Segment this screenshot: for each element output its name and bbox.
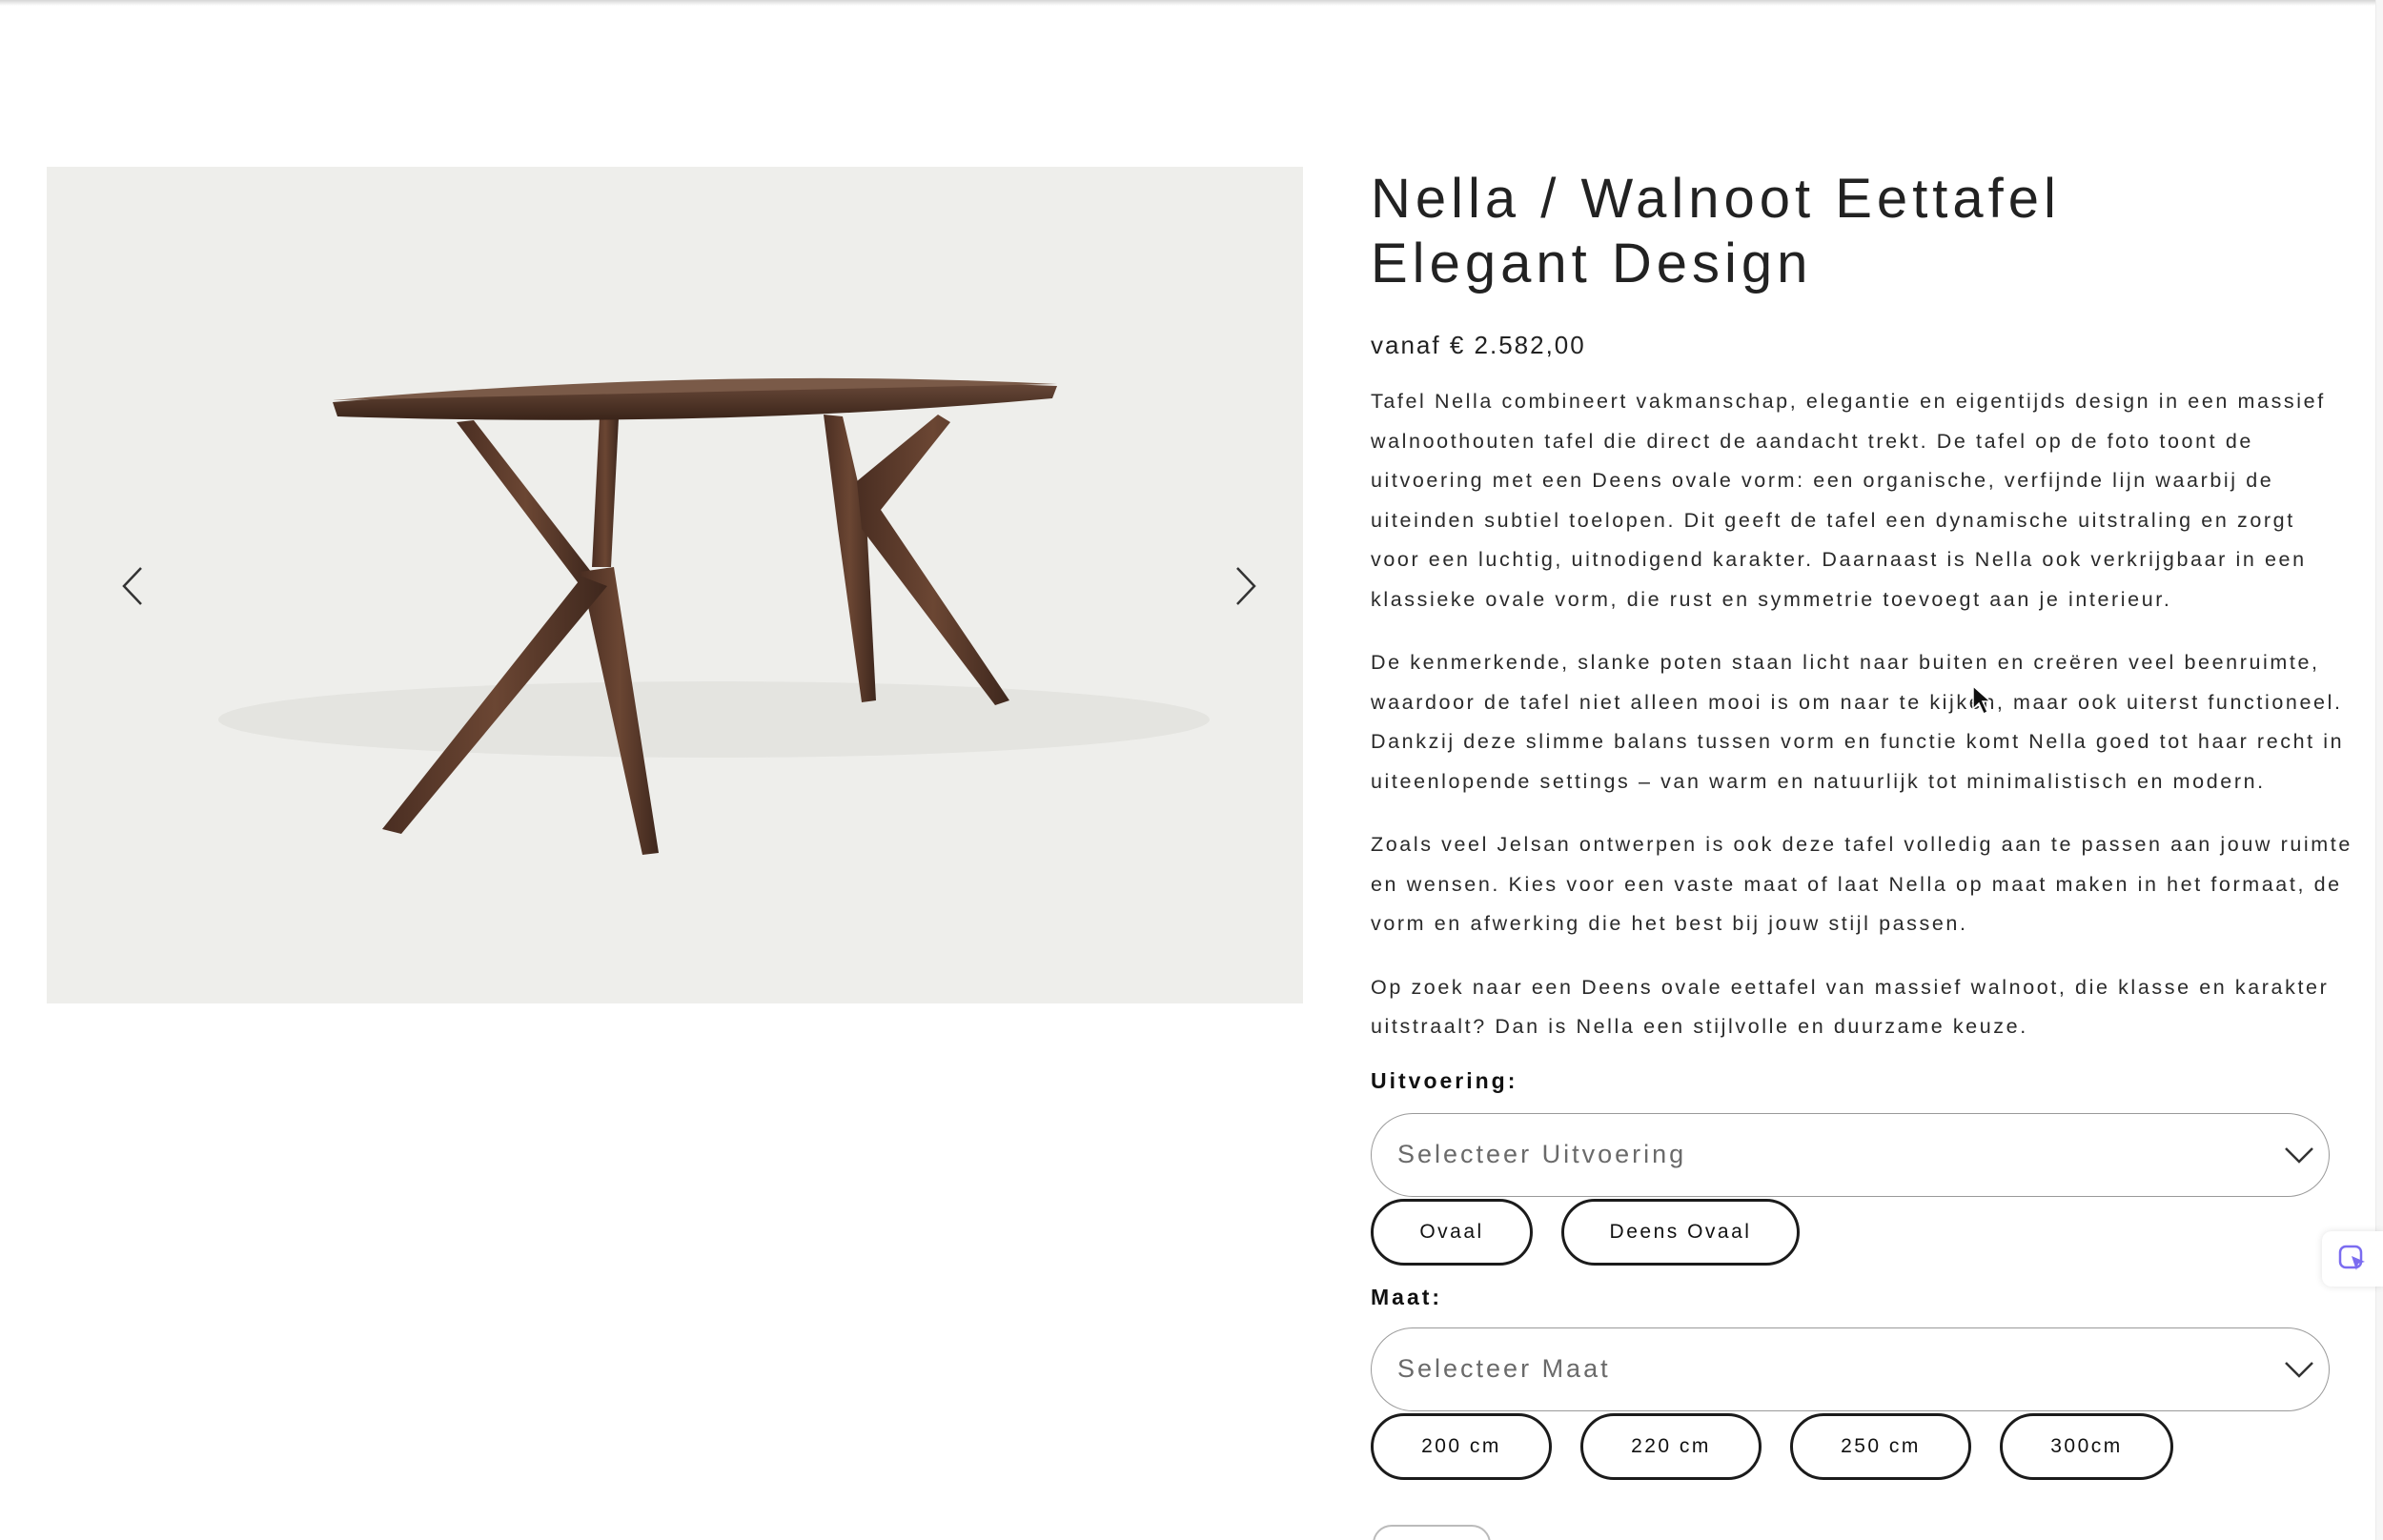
pointer-hand-icon <box>2338 1245 2365 1270</box>
gallery-next-button[interactable] <box>1217 557 1274 615</box>
product-price: vanaf € 2.582,00 <box>1371 331 1586 359</box>
option-250cm[interactable]: 250 cm <box>1790 1412 1971 1480</box>
next-option-pill[interactable] <box>1373 1525 1491 1540</box>
uitvoering-options: Ovaal Deens Ovaal <box>1371 1198 2328 1266</box>
description-line: voor een luchtig, uitnodigend karakter. … <box>1371 548 2307 571</box>
description-line: vorm en afwerking die het best bij jouw … <box>1371 912 1968 935</box>
maat-select[interactable]: Selecteer Maat <box>1371 1327 2330 1411</box>
description-line: Dankzij deze slimme balans tussen vorm e… <box>1371 730 2345 753</box>
description-line: Zoals veel Jelsan ontwerpen is ook deze … <box>1371 833 2352 856</box>
option-220cm[interactable]: 220 cm <box>1580 1412 1762 1480</box>
description-line: walnoothouten tafel die direct de aandac… <box>1371 429 2253 453</box>
option-ovaal[interactable]: Ovaal <box>1371 1198 1533 1266</box>
header-shadow <box>0 0 2375 6</box>
maat-label: Maat: <box>1371 1284 1443 1309</box>
product-title-line2: Elegant Design <box>1371 233 1813 294</box>
product-info: Nella / Walnoot Eettafel Elegant Design … <box>1371 167 2352 1480</box>
chevron-right-icon <box>1236 567 1256 605</box>
description-line: uiteenlopende settings – van warm en nat… <box>1371 769 2266 793</box>
product-title: Nella / Walnoot Eettafel Elegant Design <box>1371 167 2328 296</box>
accessibility-widget-button[interactable] <box>2322 1231 2383 1287</box>
chevron-down-icon <box>2285 1146 2313 1164</box>
gallery-prev-button[interactable] <box>104 557 161 615</box>
option-deens-ovaal[interactable]: Deens Ovaal <box>1561 1198 1800 1266</box>
product-image-gallery <box>47 167 1303 1003</box>
description-line: en wensen. Kies voor een vaste maat of l… <box>1371 872 2342 896</box>
description-paragraph: Op zoek naar een Deens ovale eettafel va… <box>1371 968 2328 1047</box>
description-paragraph: Zoals veel Jelsan ontwerpen is ook deze … <box>1371 825 2352 944</box>
mouse-cursor-icon <box>1972 684 1992 716</box>
option-200cm[interactable]: 200 cm <box>1371 1412 1552 1480</box>
chevron-down-icon <box>2285 1361 2313 1378</box>
description-line: uitstraalt? Dan is Nella een stijlvolle … <box>1371 1015 2028 1038</box>
description-paragraph: De kenmerkende, slanke poten staan licht… <box>1371 643 2345 801</box>
uitvoering-label: Uitvoering: <box>1371 1067 1518 1093</box>
description-line: De kenmerkende, slanke poten staan licht… <box>1371 651 2320 674</box>
maat-options: 200 cm 220 cm 250 cm 300cm <box>1371 1412 2328 1480</box>
description-line: waardoor de tafel niet alleen mooi is om… <box>1371 690 2343 714</box>
product-image-walnut-table <box>218 377 1210 855</box>
maat-select-placeholder: Selecteer Maat <box>1397 1354 1611 1383</box>
description-line: klassieke ovale vorm, die rust en symmet… <box>1371 587 2172 611</box>
description-line: uiteinden subtiel toelopen. Dit geeft de… <box>1371 508 2295 532</box>
chevron-left-icon <box>122 567 142 605</box>
product-title-line1: Nella / Walnoot Eettafel <box>1371 168 2061 230</box>
uitvoering-select[interactable]: Selecteer Uitvoering <box>1371 1112 2330 1197</box>
description-line: uitvoering met een Deens ovale vorm: een… <box>1371 469 2274 492</box>
description-paragraph: Tafel Nella combineert vakmanschap, eleg… <box>1371 382 2328 619</box>
description-line: Op zoek naar een Deens ovale eettafel va… <box>1371 975 2330 999</box>
description-line: Tafel Nella combineert vakmanschap, eleg… <box>1371 390 2326 413</box>
product-description: Tafel Nella combineert vakmanschap, eleg… <box>1371 382 2352 1047</box>
uitvoering-select-placeholder: Selecteer Uitvoering <box>1397 1140 1687 1168</box>
option-300cm[interactable]: 300cm <box>2000 1412 2173 1480</box>
page-scrollbar[interactable] <box>2375 0 2383 1540</box>
